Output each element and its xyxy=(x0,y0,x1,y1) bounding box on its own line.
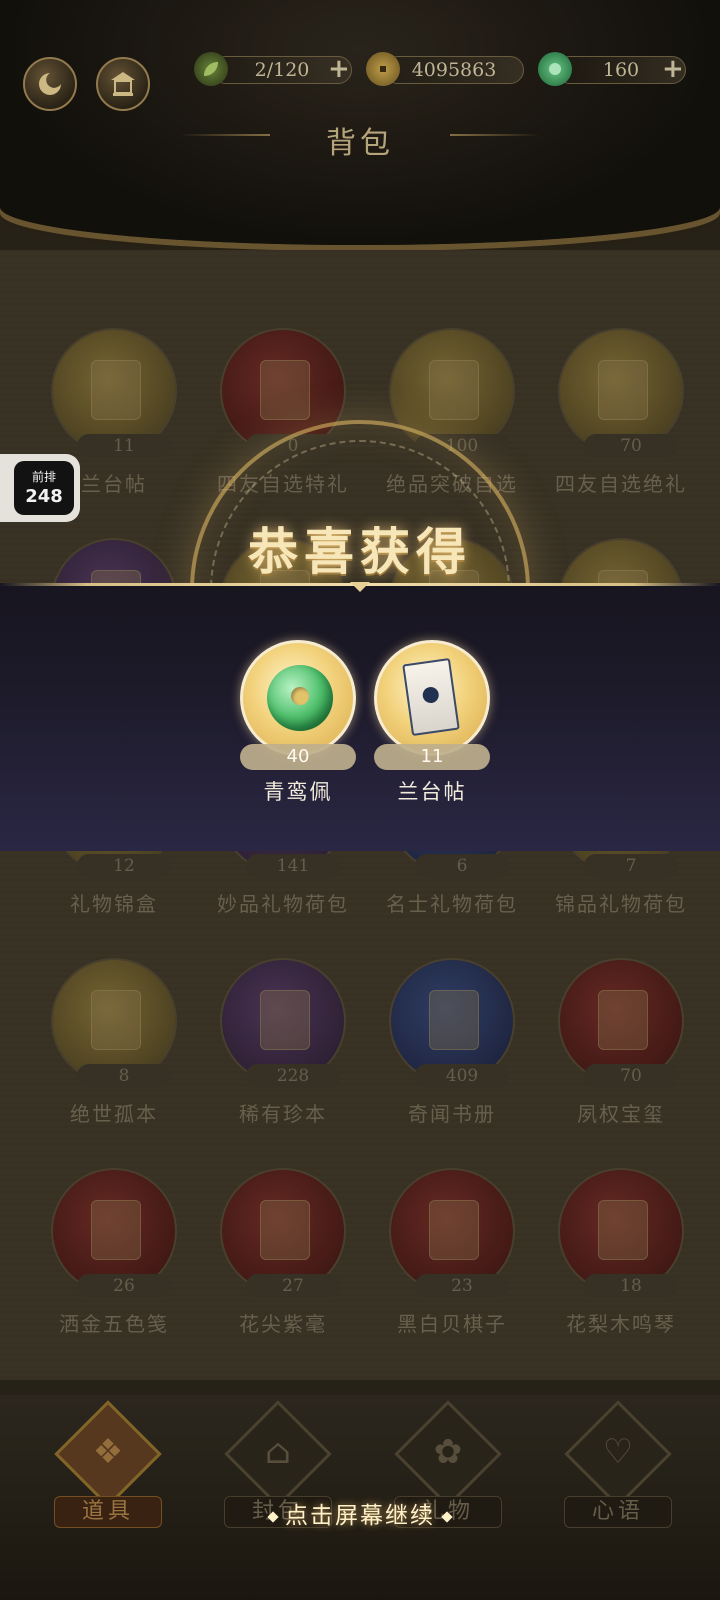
tap-to-continue-text: 点击屏幕继续 xyxy=(285,1503,435,1529)
reward-name: 兰台帖 xyxy=(397,780,467,804)
reward-count: 11 xyxy=(374,744,490,770)
reward-item[interactable]: 11 兰台帖 xyxy=(374,640,490,804)
reward-panel xyxy=(0,583,720,851)
diamond-icon xyxy=(267,1511,279,1523)
tap-to-continue[interactable]: 点击屏幕继续 xyxy=(230,1496,490,1530)
reward-count: 40 xyxy=(240,744,356,770)
reward-item[interactable]: 40 青鸾佩 xyxy=(240,640,356,804)
reward-frame xyxy=(374,640,490,756)
jade-pendant-icon xyxy=(267,665,333,731)
reward-name: 青鸾佩 xyxy=(263,780,333,804)
scroll-card-icon xyxy=(402,658,460,736)
diamond-icon xyxy=(441,1511,453,1523)
reward-frame xyxy=(240,640,356,756)
reward-title: 恭喜获得 xyxy=(248,522,472,581)
